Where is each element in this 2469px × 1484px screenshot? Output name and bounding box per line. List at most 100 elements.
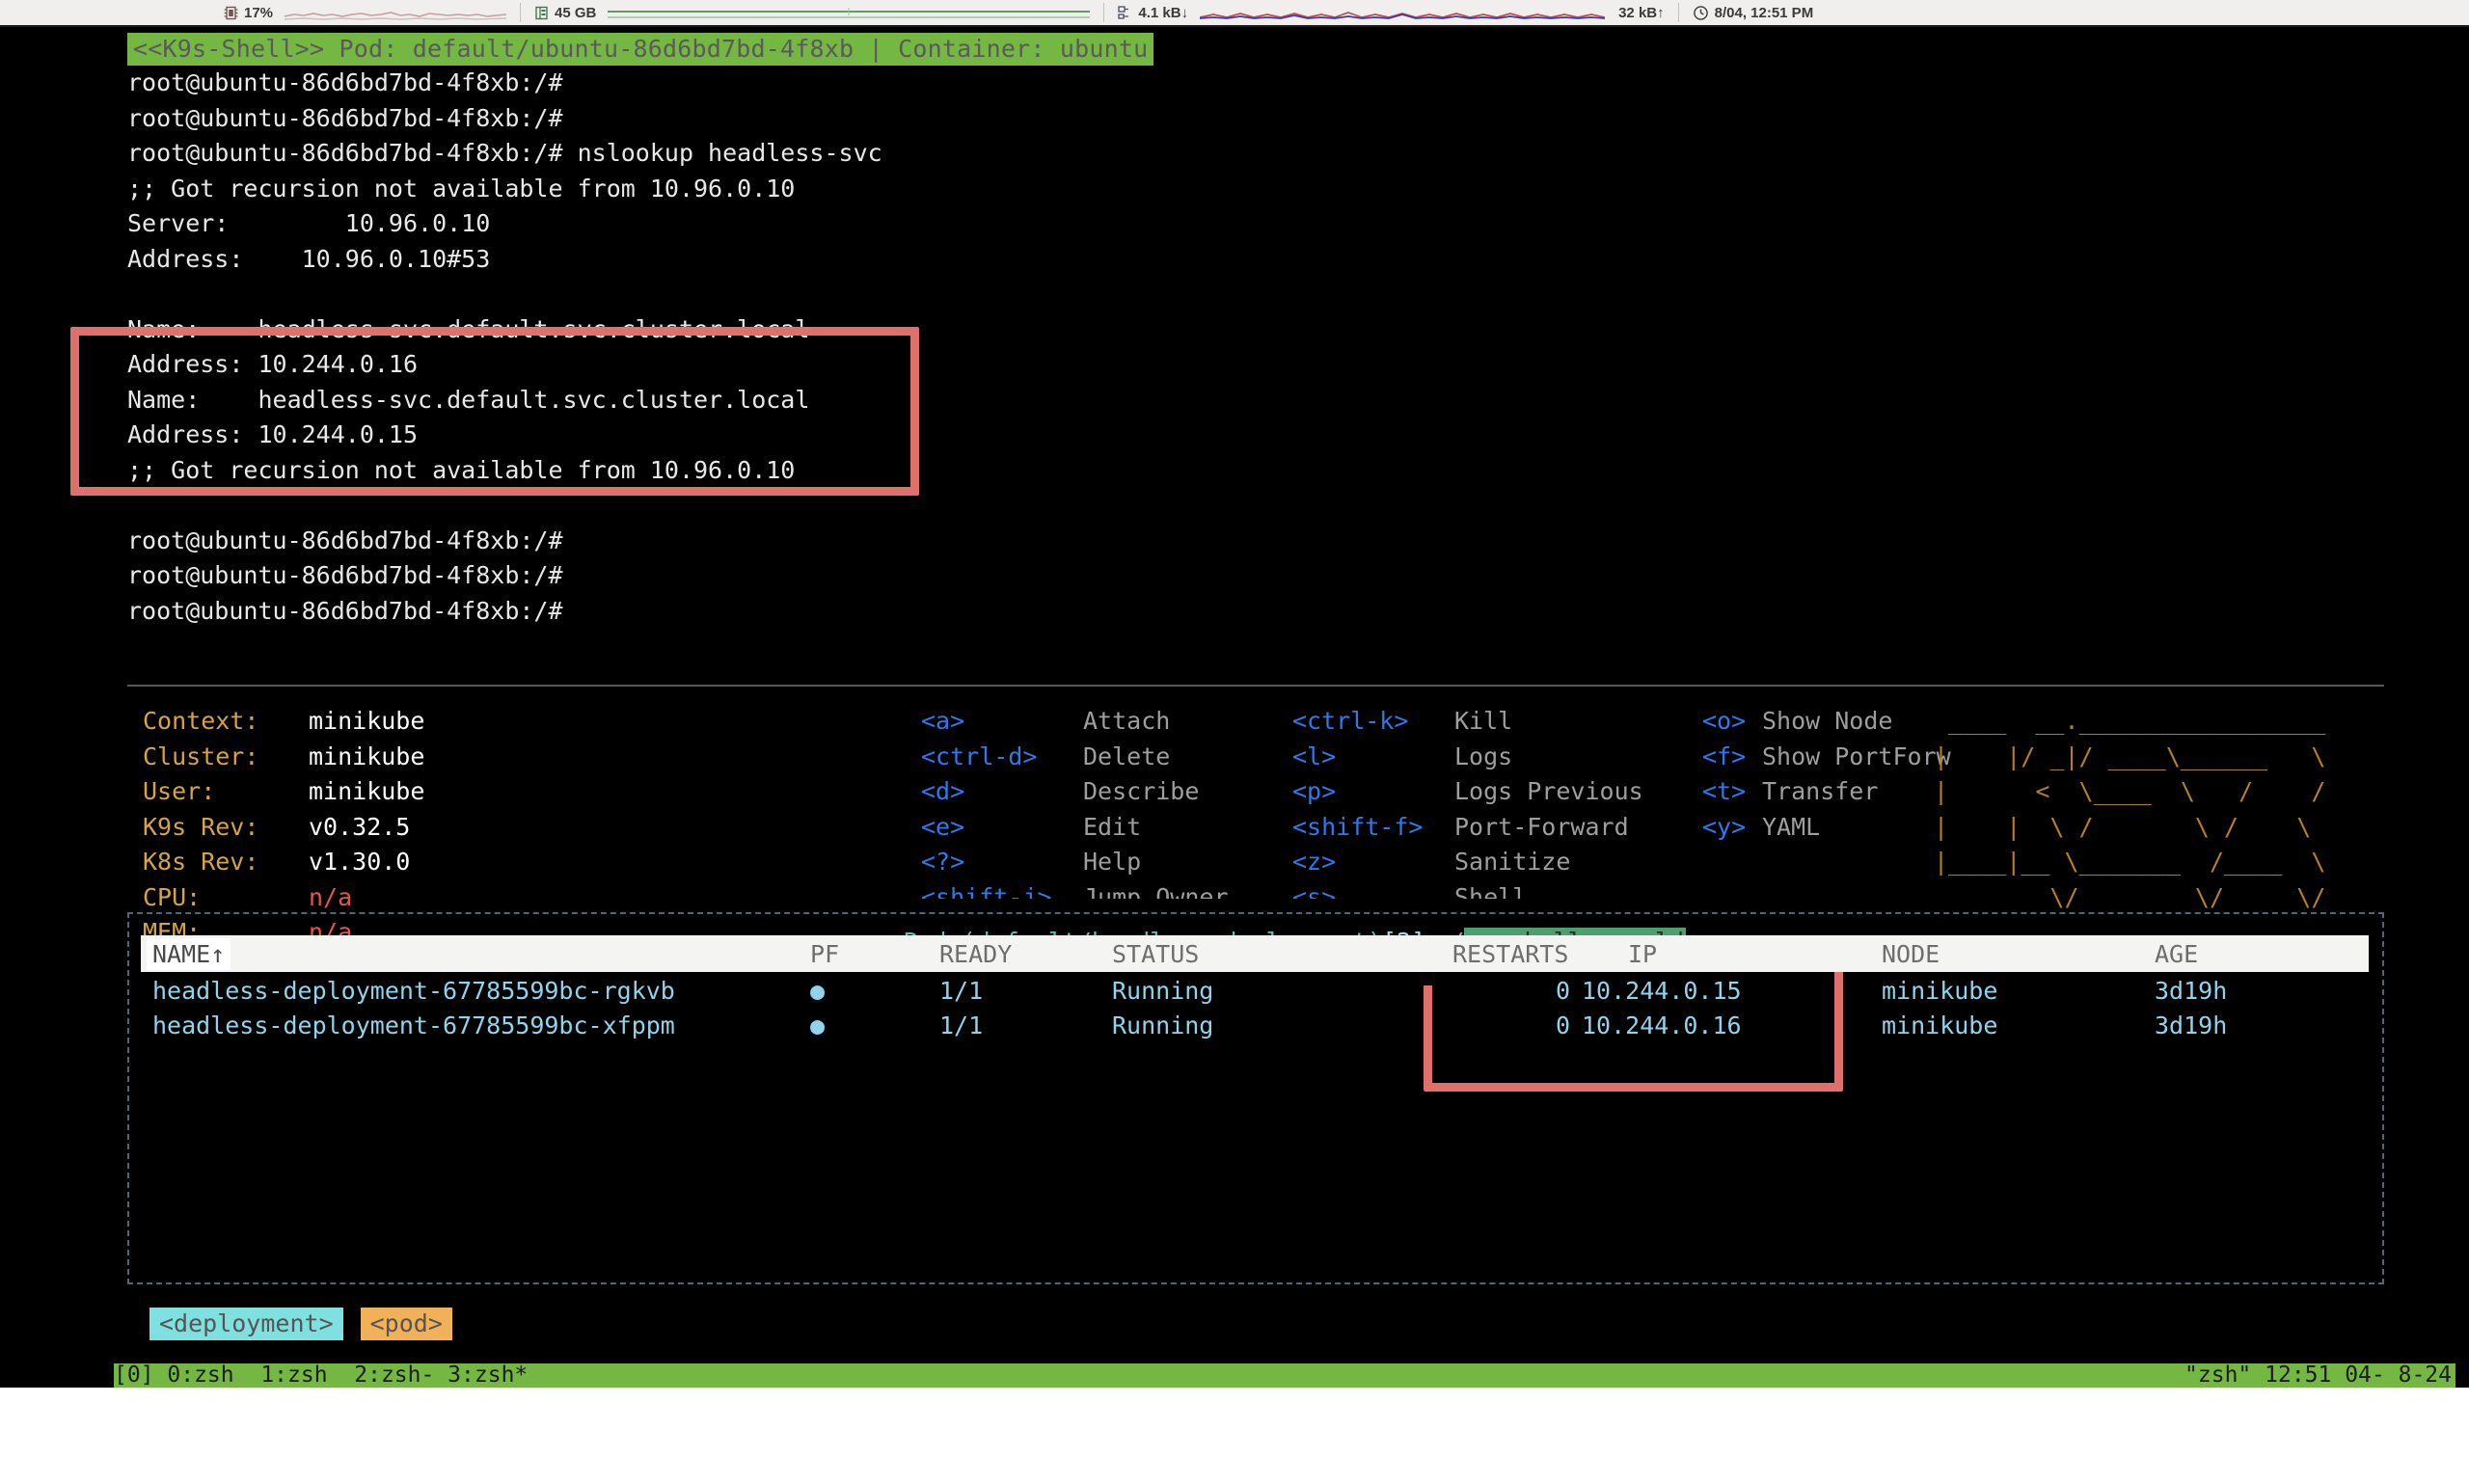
terminal-cursor bbox=[2455, 1363, 2469, 1388]
k9s-shortcut-row[interactable]: <t> Transfer bbox=[1702, 774, 1951, 810]
k9s-info-value: n/a bbox=[309, 882, 353, 911]
clock-icon bbox=[1693, 5, 1709, 21]
k9s-shortcut-desc: YAML bbox=[1762, 812, 1821, 841]
terminal-line: root@ubuntu-86d6bd7bd-4f8xb:/# bbox=[127, 68, 563, 96]
k9s-shortcut-row[interactable]: <d> Describe bbox=[921, 774, 1229, 810]
network-sparkline bbox=[1200, 3, 1606, 22]
k9s-logo-line: | < \____ \ / / bbox=[1934, 777, 2326, 805]
k9s-shortcut-desc: Show PortForw bbox=[1762, 742, 1951, 770]
cell-pf: ● bbox=[810, 1012, 826, 1039]
cell-age: 3d19h bbox=[2155, 977, 2228, 1005]
disk-sparkline bbox=[608, 3, 1091, 22]
k9s-shortcut-key: <f> bbox=[1702, 742, 1747, 770]
column-header-status[interactable]: STATUS bbox=[1112, 940, 1199, 968]
k9s-logo-line: | | \ / \ / \ bbox=[1934, 812, 2312, 841]
network-down-value: 4.1 kB↓ bbox=[1138, 4, 1189, 21]
menubar-disk-widget[interactable]: 45 GB bbox=[534, 0, 1091, 26]
cell-ip: 10.244.0.16 bbox=[1582, 1012, 1742, 1039]
k9s-info-key: Context: bbox=[143, 707, 259, 735]
column-header-name[interactable]: NAME↑ bbox=[147, 937, 231, 970]
terminal-line: root@ubuntu-86d6bd7bd-4f8xb:/# bbox=[127, 596, 563, 625]
k9s-shell-banner: <<K9s-Shell>> Pod: default/ubuntu-86d6bd… bbox=[127, 33, 1154, 66]
network-up-value: 32 kB↑ bbox=[1618, 4, 1665, 21]
k9s-shortcut-desc: Port-Forward bbox=[1454, 812, 1629, 841]
k9s-shortcut-desc: Sanitize bbox=[1454, 848, 1571, 876]
terminal-line: Address: 10.244.0.16 bbox=[127, 350, 419, 378]
column-header-pf[interactable]: PF bbox=[810, 940, 839, 968]
k9s-shortcut-key: <ctrl-k> bbox=[1292, 707, 1409, 735]
k9s-shortcut-row[interactable]: <y> YAML bbox=[1702, 810, 1951, 846]
table-row[interactable]: headless-deployment-67785599bc-xfppm ● 1/1… bbox=[152, 1009, 2371, 1043]
cpu-icon bbox=[224, 5, 238, 21]
k9s-logo-line: | |/ _|/ ____\______ \ bbox=[1934, 742, 2326, 770]
cell-pf: ● bbox=[810, 977, 826, 1005]
k9s-shortcut-desc: Logs Previous bbox=[1454, 777, 1643, 805]
cpu-sparkline bbox=[285, 3, 507, 22]
menubar-divider-1 bbox=[520, 3, 522, 22]
column-header-ip[interactable]: IP bbox=[1628, 940, 1657, 968]
k9s-shortcut-row[interactable]: <z> Sanitize bbox=[1292, 845, 1643, 880]
k9s-logo-line: \/ \/ \/ bbox=[1934, 882, 2326, 911]
k9s-shortcut-key: <z> bbox=[1292, 848, 1337, 876]
terminal-line: Address: 10.244.0.15 bbox=[127, 420, 419, 448]
k9s-shortcut-desc: Kill bbox=[1454, 707, 1513, 735]
k9s-shortcut-row[interactable]: <ctrl-k> Kill bbox=[1292, 704, 1643, 740]
disk-value: 45 GB bbox=[555, 4, 597, 21]
k9s-shortcut-row[interactable]: <a> Attach bbox=[921, 704, 1229, 740]
k9s-shortcut-key: <t> bbox=[1702, 777, 1747, 805]
network-icon bbox=[1118, 5, 1132, 21]
breadcrumb: <deployment> <pod> bbox=[149, 1308, 452, 1340]
menubar-clock-widget[interactable]: 8/04, 12:51 PM bbox=[1693, 0, 1813, 26]
k9s-shortcuts-column-1: <a> Attach <ctrl-d> Delete <d> Describe <e> Edi… bbox=[921, 704, 1229, 915]
cell-ready: 1/1 bbox=[939, 977, 984, 1005]
tmux-status-bar: [0] 0:zsh 1:zsh 2:zsh- 3:zsh* "zsh" 12:5… bbox=[0, 1363, 2469, 1388]
column-header-age[interactable]: AGE bbox=[2155, 940, 2198, 968]
k9s-info-key: User: bbox=[143, 777, 216, 805]
terminal-line: root@ubuntu-86d6bd7bd-4f8xb:/# bbox=[127, 526, 563, 554]
k9s-shortcut-key: <a> bbox=[921, 707, 965, 735]
k9s-info-row: User: minikube bbox=[143, 774, 424, 810]
breadcrumb-item-pod[interactable]: <pod> bbox=[360, 1308, 452, 1340]
table-row[interactable]: headless-deployment-67785599bc-rgkvb ● 1/1… bbox=[152, 974, 2371, 1009]
column-header-node[interactable]: NODE bbox=[1882, 940, 1940, 968]
terminal-line: Address: 10.96.0.10#53 bbox=[127, 244, 491, 273]
k9s-info-value: minikube bbox=[309, 707, 425, 735]
k9s-shortcut-key: <?> bbox=[921, 848, 965, 876]
k9s-info-row: Cluster: minikube bbox=[143, 740, 424, 775]
k9s-shortcuts-column-2: <ctrl-k> Kill <l> Logs <p> Logs Previous <shif… bbox=[1292, 704, 1643, 915]
tmux-window-list[interactable]: [0] 0:zsh 1:zsh 2:zsh- 3:zsh* bbox=[114, 1363, 528, 1388]
k9s-shortcut-desc: Delete bbox=[1083, 742, 1171, 770]
column-header-ready[interactable]: READY bbox=[939, 940, 1012, 968]
k9s-shortcut-desc: Describe bbox=[1083, 777, 1200, 805]
cell-node: minikube bbox=[1882, 977, 1998, 1005]
k9s-shortcut-row[interactable]: <f> Show PortForw bbox=[1702, 740, 1951, 775]
k9s-shortcut-row[interactable]: <ctrl-d> Delete bbox=[921, 740, 1229, 775]
cell-age: 3d19h bbox=[2155, 1012, 2228, 1039]
terminal-window[interactable]: <<K9s-Shell>> Pod: default/ubuntu-86d6bd… bbox=[0, 27, 2469, 1363]
k9s-shortcut-row[interactable]: <o> Show Node bbox=[1702, 704, 1951, 740]
k9s-shortcut-key: <shift-f> bbox=[1292, 812, 1424, 841]
k9s-shortcut-row[interactable]: <?> Help bbox=[921, 845, 1229, 880]
menubar-network-widget[interactable]: 4.1 kB↓ 32 kB↑ bbox=[1118, 0, 1665, 26]
k9s-shortcuts-column-3: <o> Show Node <f> Show PortForw <t> Transfer <… bbox=[1702, 704, 1951, 845]
column-header-restarts[interactable]: RESTARTS bbox=[1452, 940, 1568, 968]
breadcrumb-item-deployment[interactable]: <deployment> bbox=[149, 1308, 343, 1340]
k9s-logo-line: ____ __._________________ bbox=[1934, 707, 2326, 735]
terminal-line: ;; Got recursion not available from 10.9… bbox=[127, 174, 796, 202]
k9s-shortcut-row[interactable]: <l> Logs bbox=[1292, 740, 1643, 775]
tmux-session-info: "zsh" 12:51 04- 8-24 bbox=[2184, 1363, 2452, 1388]
k9s-shortcut-row[interactable]: <p> Logs Previous bbox=[1292, 774, 1643, 810]
k9s-shortcut-desc: Attach bbox=[1083, 707, 1171, 735]
k9s-shortcut-row[interactable]: <shift-f> Port-Forward bbox=[1292, 810, 1643, 846]
menubar-cpu-widget[interactable]: 17% bbox=[224, 0, 507, 26]
terminal-output: root@ubuntu-86d6bd7bd-4f8xb:/# root@ubunt… bbox=[127, 66, 2469, 629]
macos-menu-bar: 17% 45 GB 4.1 kB↓ 32 kB↑ 8/04, 12:51 PM bbox=[0, 0, 2469, 27]
cell-node: minikube bbox=[1882, 1012, 1998, 1039]
k9s-ascii-logo: ____ __._________________ | |/ _|/ ____\_… bbox=[1934, 704, 2325, 915]
terminal-line: Server: 10.96.0.10 bbox=[127, 209, 491, 237]
terminal-line: root@ubuntu-86d6bd7bd-4f8xb:/# nslookup … bbox=[127, 139, 882, 167]
k9s-info-row: K8s Rev: v1.30.0 bbox=[143, 845, 424, 880]
menubar-divider-3 bbox=[1677, 3, 1679, 22]
k9s-shortcut-row[interactable]: <e> Edit bbox=[921, 810, 1229, 846]
